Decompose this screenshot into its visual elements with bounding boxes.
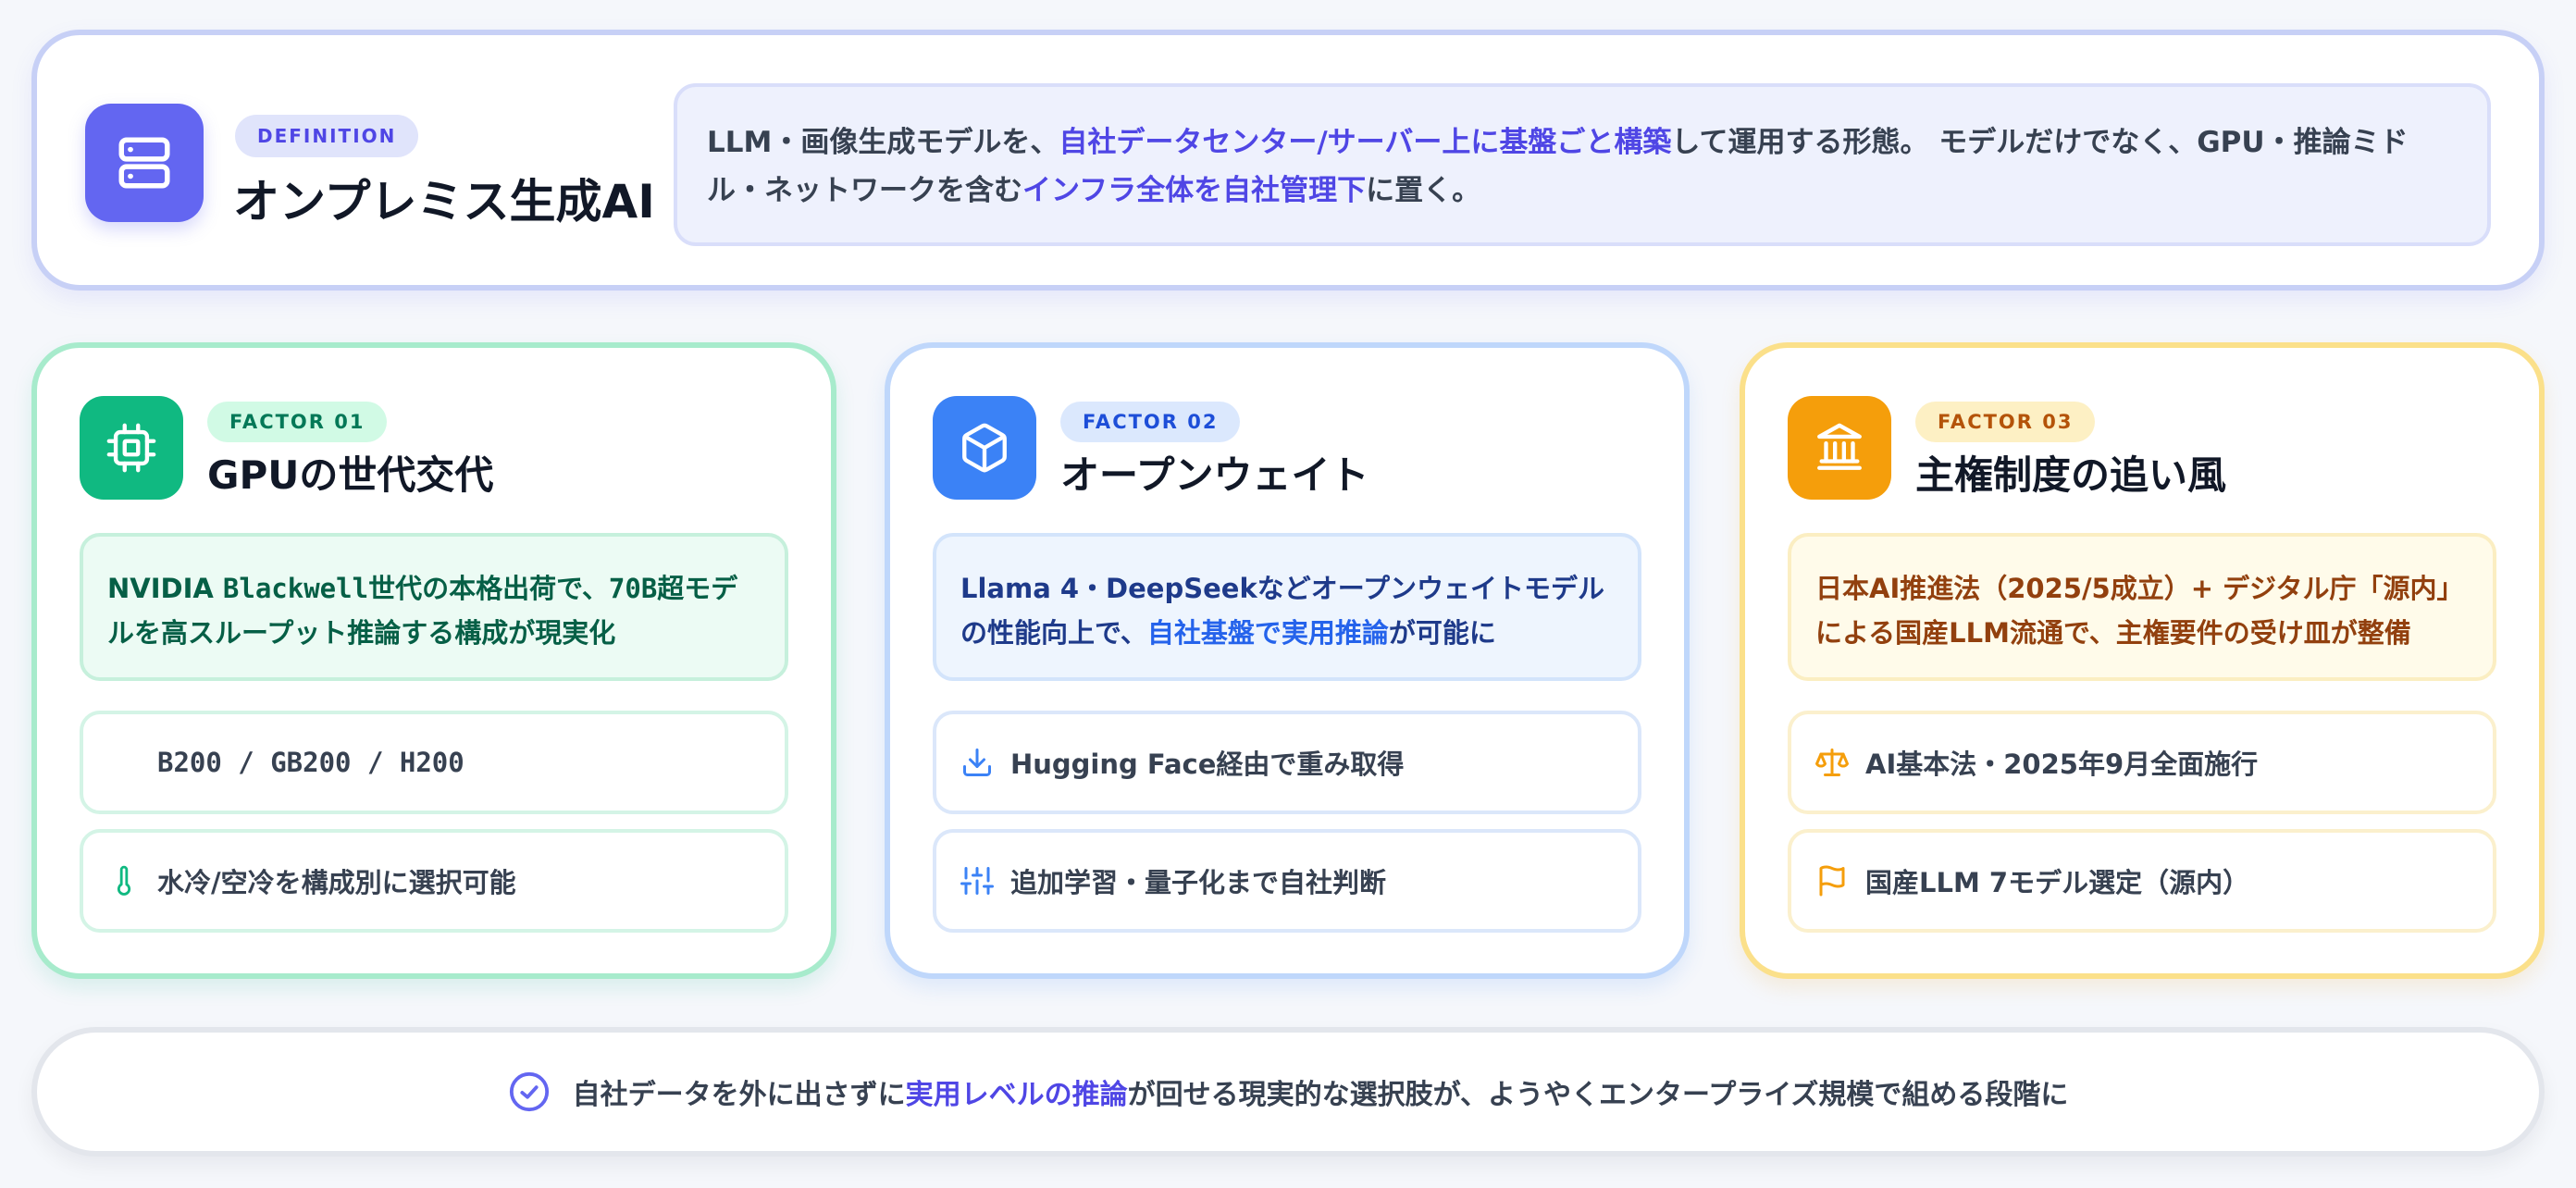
desc-mono: Blackwell — [222, 573, 369, 604]
sliders-icon — [959, 862, 996, 899]
factor-card-sovereignty: FACTOR 03 主権制度の追い風 日本AI推進法（2025/5成立）+ デジ… — [1740, 342, 2545, 979]
download-icon — [959, 744, 996, 781]
item-text: 水冷/空冷を構成別に選択可能 — [157, 867, 516, 898]
page-title: オンプレミス生成AI — [233, 175, 655, 229]
factor-card-gpu: FACTOR 01 GPUの世代交代 NVIDIA Blackwell世代の本格… — [31, 342, 836, 979]
factor-badge: FACTOR 01 — [207, 402, 388, 442]
desc-text: が可能に — [1388, 617, 1496, 649]
item-text: Hugging Face経由で重み取得 — [1010, 749, 1405, 780]
chip-icon — [80, 396, 183, 500]
desc-mono: 70B — [608, 573, 658, 604]
card-description: NVIDIA Blackwell世代の本格出荷で、70B超モデルを高スループット… — [80, 533, 788, 681]
definition-text: LLM・画像生成モデルを、 — [707, 126, 1059, 159]
summary-banner: 自社データを外に出さずに実用レベルの推論が回せる現実的な選択肢が、ようやくエンタ… — [31, 1027, 2545, 1157]
list-item: B200 / GB200 / H200 — [80, 711, 788, 814]
summary-text: 自社データを外に出さずに実用レベルの推論が回せる現実的な選択肢が、ようやくエンタ… — [573, 1071, 2069, 1112]
list-item: 追加学習・量子化まで自社判断 — [933, 829, 1641, 933]
desc-text: NVIDIA — [107, 573, 223, 604]
definition-panel: DEFINITION オンプレミス生成AI LLM・画像生成モデルを、自社データ… — [31, 30, 2545, 291]
card-description: Llama 4・DeepSeekなどオープンウェイトモデルの性能向上で、自社基盤… — [933, 533, 1641, 681]
item-text: AI基本法・2025年9月全面施行 — [1865, 749, 2259, 780]
summary-part: 自社データを外に出さずに — [572, 1079, 906, 1111]
factor-card-openweight: FACTOR 02 オープンウェイト Llama 4・DeepSeekなどオープ… — [885, 342, 1690, 979]
thermometer-icon — [105, 862, 142, 899]
factor-badge: FACTOR 02 — [1060, 402, 1241, 442]
definition-highlight: インフラ全体を自社管理下 — [1022, 174, 1367, 207]
definition-highlight: 自社データセンター/サーバー上に基盤ごと構築 — [1059, 126, 1672, 159]
desc-text: 世代の本格出荷で、 — [368, 573, 609, 604]
item-text: B200 / GB200 / H200 — [157, 747, 464, 778]
list-item: Hugging Face経由で重み取得 — [933, 711, 1641, 814]
server-icon — [85, 104, 204, 222]
package-icon — [933, 396, 1036, 500]
desc-highlight: 自社基盤で実用推論 — [1146, 617, 1389, 649]
item-text: 追加学習・量子化まで自社判断 — [1010, 867, 1387, 898]
institution-icon — [1788, 396, 1891, 500]
card-description: 日本AI推進法（2025/5成立）+ デジタル庁「源内」による国産LLM流通で、… — [1788, 533, 2496, 681]
flag-icon — [1814, 862, 1851, 899]
summary-part: が回せる現実的な選択肢が、ようやくエンタープライズ規模で組める段階に — [1127, 1079, 2069, 1111]
factor-badge: FACTOR 03 — [1915, 402, 2096, 442]
check-circle-icon — [508, 1070, 551, 1113]
summary-highlight: 実用レベルの推論 — [905, 1079, 1128, 1111]
definition-description: LLM・画像生成モデルを、自社データセンター/サーバー上に基盤ごと構築して運用す… — [674, 83, 2491, 246]
card-title: 主権制度の追い風 — [1915, 452, 2227, 498]
card-title: GPUの世代交代 — [207, 452, 494, 498]
blank-icon — [105, 744, 142, 781]
list-item: 水冷/空冷を構成別に選択可能 — [80, 829, 788, 933]
item-text: 国産LLM 7モデル選定（源内） — [1865, 867, 2250, 898]
scale-icon — [1814, 744, 1851, 781]
list-item: AI基本法・2025年9月全面施行 — [1788, 711, 2496, 814]
definition-text: に置く。 — [1366, 174, 1481, 207]
card-title: オープンウェイト — [1060, 452, 1369, 498]
list-item: 国産LLM 7モデル選定（源内） — [1788, 829, 2496, 933]
definition-badge: DEFINITION — [235, 115, 419, 157]
